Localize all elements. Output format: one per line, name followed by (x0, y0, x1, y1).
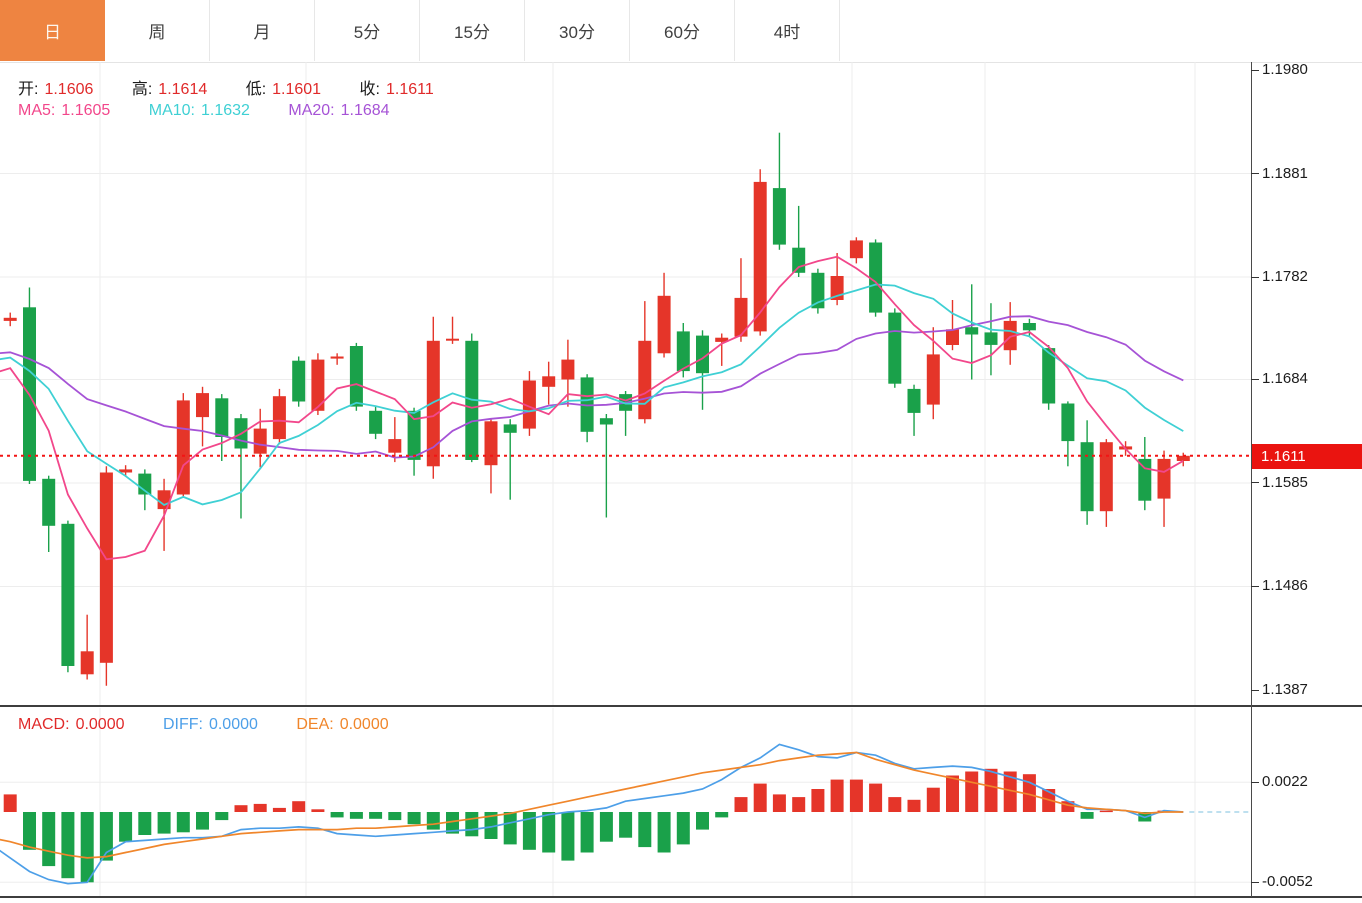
panel-divider (0, 705, 1362, 707)
macd-0.0022-label: 0.0022 (1262, 773, 1308, 790)
price-1.1980-label: 1.1980 (1262, 61, 1308, 78)
price-1.1782-tick (1251, 277, 1259, 278)
price-1.1387-label: 1.1387 (1262, 681, 1308, 698)
tab-day[interactable]: 日 (0, 0, 105, 61)
price-1.1486-label: 1.1486 (1262, 577, 1308, 594)
macd-0.0022-tick (1251, 782, 1259, 783)
tab-month[interactable]: 月 (210, 0, 315, 61)
macd--0.0052-tick (1251, 882, 1259, 883)
candlestick-chart[interactable] (0, 62, 1251, 706)
price-1.1684-tick (1251, 379, 1259, 380)
price-1.1585-tick (1251, 482, 1259, 483)
tab-4hour[interactable]: 4时 (735, 0, 840, 61)
chart-app: 日周月5分15分30分60分4时 开:1.1606 高:1.1614 低:1.1… (0, 0, 1362, 903)
price-1.1782-label: 1.1782 (1262, 268, 1308, 285)
price-1.1486-tick (1251, 586, 1259, 587)
tab-15min[interactable]: 15分 (420, 0, 525, 61)
price-1.1684-label: 1.1684 (1262, 370, 1308, 387)
candlestick-panel[interactable]: 开:1.1606 高:1.1614 低:1.1601 收:1.1611 MA5:… (0, 62, 1251, 706)
tab-week[interactable]: 周 (105, 0, 210, 61)
price-1.1881-label: 1.1881 (1262, 165, 1308, 182)
price-1.1881-tick (1251, 173, 1259, 174)
tab-30min[interactable]: 30分 (525, 0, 630, 61)
price-1.1387-tick (1251, 690, 1259, 691)
timeframe-tabbar: 日周月5分15分30分60分4时 (0, 0, 1362, 63)
price-axis-line (1251, 62, 1252, 897)
macd--0.0052-label: -0.0052 (1262, 873, 1313, 890)
price-1.1980-tick (1251, 70, 1259, 71)
tab-60min[interactable]: 60分 (630, 0, 735, 61)
macd-chart[interactable] (0, 708, 1251, 896)
tab-5min[interactable]: 5分 (315, 0, 420, 61)
chart-bottom-border (0, 896, 1362, 898)
price-1.1585-label: 1.1585 (1262, 474, 1308, 491)
current-price-tag: 1.1611 (1252, 444, 1362, 469)
macd-panel[interactable]: MACD:0.0000 DIFF:0.0000 DEA:0.0000 (0, 708, 1251, 896)
